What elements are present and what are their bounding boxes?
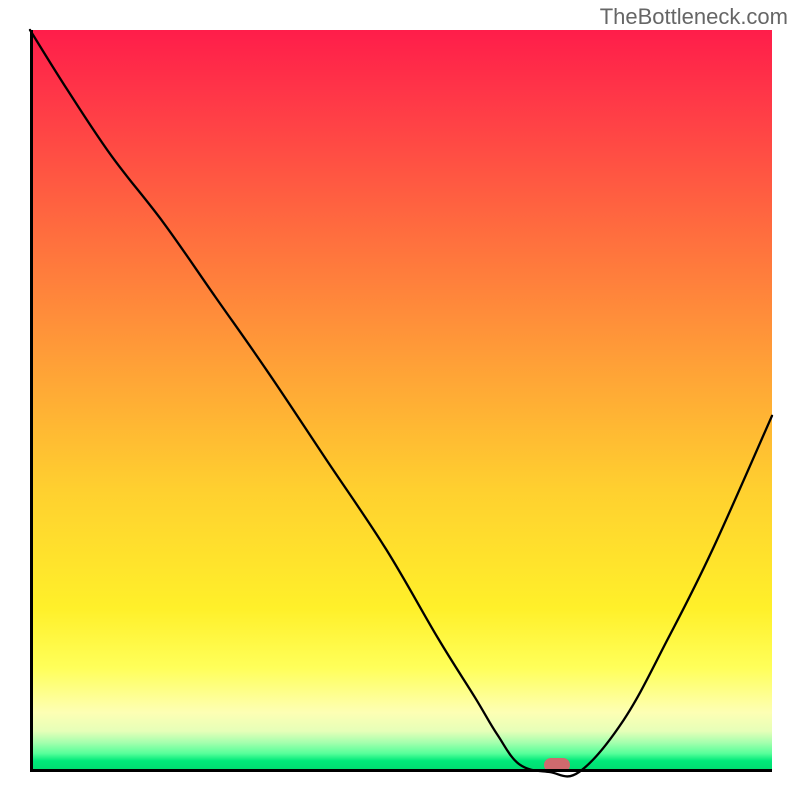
bottleneck-curve <box>30 30 772 772</box>
plot-area <box>30 30 772 772</box>
curve-path <box>30 30 772 776</box>
watermark-text: TheBottleneck.com <box>600 4 788 30</box>
optimal-point-marker <box>544 758 570 772</box>
chart-container: TheBottleneck.com <box>0 0 800 800</box>
